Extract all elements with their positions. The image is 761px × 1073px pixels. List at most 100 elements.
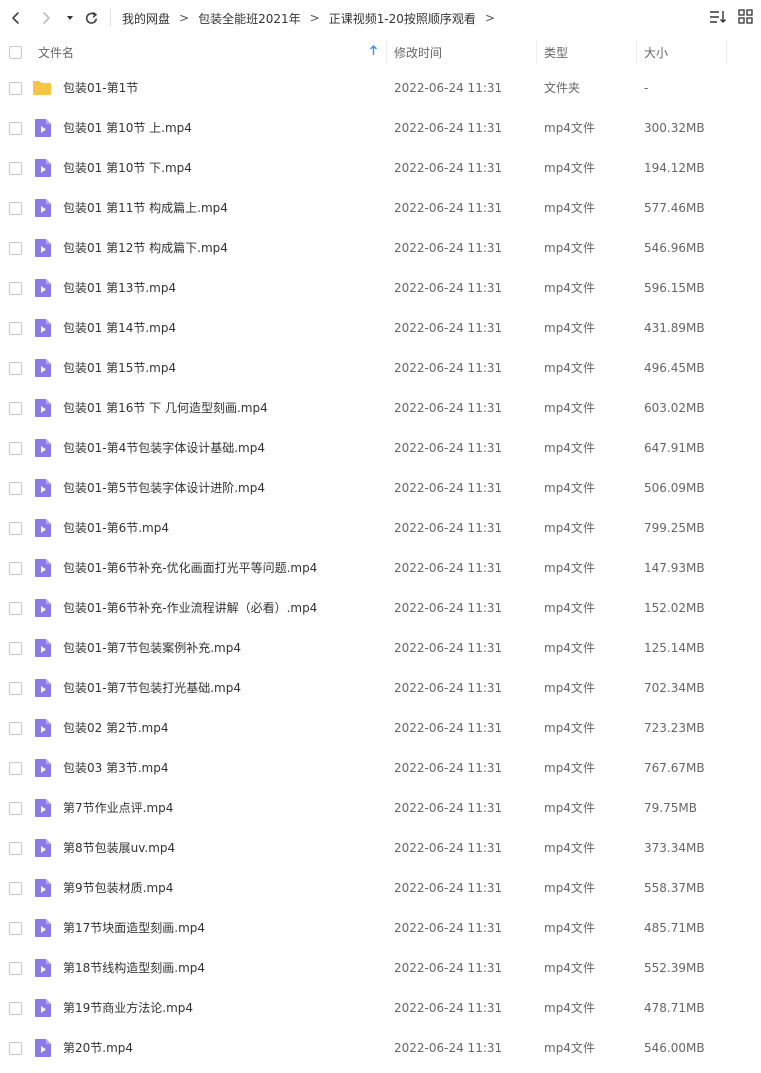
sort-button[interactable] — [706, 6, 730, 30]
row-checkbox[interactable] — [9, 1002, 22, 1015]
file-name[interactable]: 第19节商业方法论.mp4 — [63, 988, 193, 1028]
column-name[interactable]: 文件名 — [38, 36, 74, 68]
file-name[interactable]: 第7节作业点评.mp4 — [63, 788, 173, 828]
file-name[interactable]: 包装01 第15节.mp4 — [63, 348, 176, 388]
file-row[interactable]: 第19节商业方法论.mp4 2022-06-24 11:31 mp4文件 478… — [0, 988, 761, 1028]
row-checkbox[interactable] — [9, 362, 22, 375]
row-checkbox[interactable] — [9, 802, 22, 815]
column-modified[interactable]: 修改时间 — [394, 36, 442, 68]
file-name[interactable]: 包装01 第13节.mp4 — [63, 268, 176, 308]
row-checkbox[interactable] — [9, 442, 22, 455]
file-row[interactable]: 包装01 第14节.mp4 2022-06-24 11:31 mp4文件 431… — [0, 308, 761, 348]
file-name[interactable]: 包装01-第7节包装打光基础.mp4 — [63, 668, 241, 708]
row-checkbox[interactable] — [9, 882, 22, 895]
file-name[interactable]: 第20节.mp4 — [63, 1028, 133, 1068]
toolbar-divider — [110, 9, 111, 27]
file-name[interactable]: 包装01 第10节 下.mp4 — [63, 148, 192, 188]
file-row[interactable]: 包装01 第16节 下 几何造型刻画.mp4 2022-06-24 11:31 … — [0, 388, 761, 428]
breadcrumb-item-root[interactable]: 我的网盘 — [122, 10, 170, 27]
row-checkbox[interactable] — [9, 722, 22, 735]
file-row[interactable]: 包装01-第1节 2022-06-24 11:31 文件夹 - — [0, 68, 761, 108]
file-type: mp4文件 — [544, 961, 595, 975]
row-checkbox[interactable] — [9, 562, 22, 575]
file-row[interactable]: 包装01-第4节包装字体设计基础.mp4 2022-06-24 11:31 mp… — [0, 428, 761, 468]
column-divider[interactable] — [386, 40, 387, 64]
file-name[interactable]: 包装01 第10节 上.mp4 — [63, 108, 192, 148]
file-row[interactable]: 包装01-第6节补充-优化画面打光平等问题.mp4 2022-06-24 11:… — [0, 548, 761, 588]
row-checkbox[interactable] — [9, 642, 22, 655]
history-dropdown-button[interactable] — [59, 6, 81, 30]
select-all-checkbox[interactable] — [9, 45, 22, 59]
row-checkbox[interactable] — [9, 922, 22, 935]
file-name[interactable]: 包装01-第1节 — [63, 68, 138, 108]
row-checkbox[interactable] — [9, 82, 22, 95]
view-mode-button[interactable] — [733, 6, 757, 30]
file-modified-time: 2022-06-24 11:31 — [394, 561, 503, 575]
file-row[interactable]: 包装01-第7节包装案例补充.mp4 2022-06-24 11:31 mp4文… — [0, 628, 761, 668]
file-name[interactable]: 包装01-第6节补充-作业流程讲解（必看）.mp4 — [63, 588, 317, 628]
row-checkbox[interactable] — [9, 682, 22, 695]
file-name[interactable]: 包装01-第6节补充-优化画面打光平等问题.mp4 — [63, 548, 317, 588]
file-row[interactable]: 包装03 第3节.mp4 2022-06-24 11:31 mp4文件 767.… — [0, 748, 761, 788]
column-type[interactable]: 类型 — [544, 36, 568, 68]
video-file-icon — [34, 518, 52, 538]
file-name[interactable]: 包装01 第11节 构成篇上.mp4 — [63, 188, 228, 228]
file-name[interactable]: 包装01-第4节包装字体设计基础.mp4 — [63, 428, 265, 468]
file-name[interactable]: 包装02 第2节.mp4 — [63, 708, 168, 748]
row-checkbox[interactable] — [9, 162, 22, 175]
file-row[interactable]: 第18节线构造型刻画.mp4 2022-06-24 11:31 mp4文件 55… — [0, 948, 761, 988]
column-size[interactable]: 大小 — [644, 36, 668, 68]
file-row[interactable]: 包装01 第10节 下.mp4 2022-06-24 11:31 mp4文件 1… — [0, 148, 761, 188]
sort-ascending-indicator[interactable] — [369, 36, 378, 68]
file-name[interactable]: 第9节包装材质.mp4 — [63, 868, 173, 908]
file-row[interactable]: 第17节块面造型刻画.mp4 2022-06-24 11:31 mp4文件 48… — [0, 908, 761, 948]
file-name[interactable]: 包装01 第12节 构成篇下.mp4 — [63, 228, 228, 268]
column-divider[interactable] — [726, 40, 727, 64]
row-checkbox[interactable] — [9, 962, 22, 975]
row-checkbox[interactable] — [9, 762, 22, 775]
file-row[interactable]: 包装01-第6节补充-作业流程讲解（必看）.mp4 2022-06-24 11:… — [0, 588, 761, 628]
breadcrumb-item-current[interactable]: 正课视频1-20按照顺序观看 — [329, 10, 476, 27]
row-checkbox[interactable] — [9, 522, 22, 535]
file-name[interactable]: 包装01-第7节包装案例补充.mp4 — [63, 628, 241, 668]
row-checkbox[interactable] — [9, 1042, 22, 1055]
file-name[interactable]: 第8节包装展uv.mp4 — [63, 828, 175, 868]
file-name[interactable]: 包装03 第3节.mp4 — [63, 748, 168, 788]
file-row[interactable]: 包装01-第6节.mp4 2022-06-24 11:31 mp4文件 799.… — [0, 508, 761, 548]
file-name[interactable]: 包装01 第14节.mp4 — [63, 308, 176, 348]
file-row[interactable]: 包装01-第5节包装字体设计进阶.mp4 2022-06-24 11:31 mp… — [0, 468, 761, 508]
file-row[interactable]: 包装01 第11节 构成篇上.mp4 2022-06-24 11:31 mp4文… — [0, 188, 761, 228]
breadcrumb-item-course[interactable]: 包装全能班2021年 — [198, 10, 301, 27]
file-row[interactable]: 包装01-第7节包装打光基础.mp4 2022-06-24 11:31 mp4文… — [0, 668, 761, 708]
file-row[interactable]: 第8节包装展uv.mp4 2022-06-24 11:31 mp4文件 373.… — [0, 828, 761, 868]
file-modified-time: 2022-06-24 11:31 — [394, 121, 503, 135]
file-name[interactable]: 包装01-第5节包装字体设计进阶.mp4 — [63, 468, 265, 508]
file-row[interactable]: 第9节包装材质.mp4 2022-06-24 11:31 mp4文件 558.3… — [0, 868, 761, 908]
column-divider[interactable] — [536, 40, 537, 64]
row-checkbox[interactable] — [9, 602, 22, 615]
column-divider[interactable] — [636, 40, 637, 64]
file-modified-time: 2022-06-24 11:31 — [394, 161, 503, 175]
file-row[interactable]: 包装02 第2节.mp4 2022-06-24 11:31 mp4文件 723.… — [0, 708, 761, 748]
forward-button[interactable] — [34, 6, 58, 30]
file-name[interactable]: 第18节线构造型刻画.mp4 — [63, 948, 205, 988]
file-row[interactable]: 第20节.mp4 2022-06-24 11:31 mp4文件 546.00MB — [0, 1028, 761, 1068]
file-row[interactable]: 包装01 第13节.mp4 2022-06-24 11:31 mp4文件 596… — [0, 268, 761, 308]
row-checkbox[interactable] — [9, 122, 22, 135]
file-row[interactable]: 包装01 第10节 上.mp4 2022-06-24 11:31 mp4文件 3… — [0, 108, 761, 148]
file-row[interactable]: 第7节作业点评.mp4 2022-06-24 11:31 mp4文件 79.75… — [0, 788, 761, 828]
back-button[interactable] — [4, 6, 28, 30]
file-row[interactable]: 包装01 第12节 构成篇下.mp4 2022-06-24 11:31 mp4文… — [0, 228, 761, 268]
row-checkbox[interactable] — [9, 202, 22, 215]
refresh-button[interactable] — [79, 6, 103, 30]
file-name[interactable]: 包装01 第16节 下 几何造型刻画.mp4 — [63, 388, 268, 428]
row-checkbox[interactable] — [9, 282, 22, 295]
row-checkbox[interactable] — [9, 482, 22, 495]
file-name[interactable]: 第17节块面造型刻画.mp4 — [63, 908, 205, 948]
file-row[interactable]: 包装01 第15节.mp4 2022-06-24 11:31 mp4文件 496… — [0, 348, 761, 388]
row-checkbox[interactable] — [9, 402, 22, 415]
row-checkbox[interactable] — [9, 242, 22, 255]
file-name[interactable]: 包装01-第6节.mp4 — [63, 508, 169, 548]
row-checkbox[interactable] — [9, 842, 22, 855]
row-checkbox[interactable] — [9, 322, 22, 335]
